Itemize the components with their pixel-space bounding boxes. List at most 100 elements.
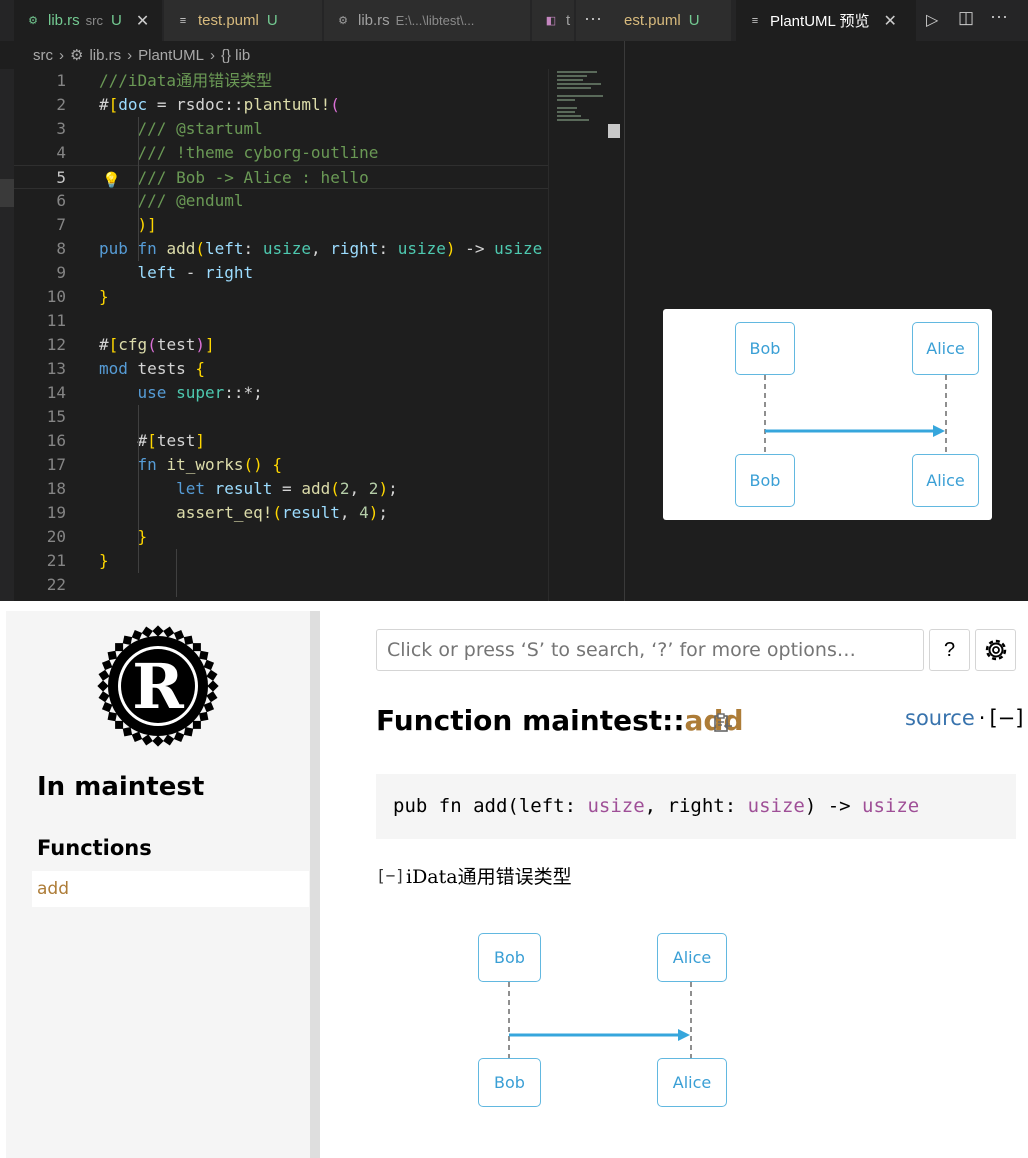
line-number: 1 [56,71,66,90]
logo-tooth [192,643,201,652]
minimap-line [557,75,587,77]
code-line[interactable]: 11 [14,309,548,333]
help-button[interactable]: ? [929,629,970,671]
code-text: let result = add(2, 2); [176,479,398,498]
logo-tooth [101,701,113,713]
sidebar-crate-heading[interactable]: In maintest [37,772,204,802]
tab-label: t [566,12,571,29]
line-number: 10 [46,287,66,306]
split-editor-icon[interactable]: ◫ [958,8,974,28]
uml-doc-diagram: Bob Alice Bob Alice [460,920,750,1120]
code-line[interactable]: 2 #[doc = rsdoc::plantuml!( [14,93,548,117]
code-text: #[test] [137,431,205,450]
code-line[interactable]: 14 use super::*; [14,381,548,405]
minimap-line [557,79,583,81]
code-text: #[cfg(test)] [99,335,215,354]
logo-tooth [98,669,110,681]
docblock-text: iData通用错误类型 [406,866,572,888]
code-text: fn it_works() { [137,455,283,474]
tab-test-puml[interactable]: ≡ test.puml U [164,0,322,41]
logo-tooth [101,659,113,671]
tab-lib-rs-other[interactable]: ⚙ lib.rs E:\...\libtest\... [324,0,530,41]
code-line[interactable]: 8 pub fn add(left: usize, right: usize) -… [14,237,548,261]
code-text: )] [137,215,157,234]
code-editor[interactable]: 1 ///iData通用错误类型 2 #[doc = rsdoc::plantuml!… [14,69,548,601]
sidebar-resizer[interactable] [310,611,320,1158]
more-tabs-icon[interactable]: ··· [584,8,602,29]
code-line[interactable]: 9 left - right [14,261,548,285]
code-line[interactable]: 21} [14,549,548,573]
minimap-line [557,95,603,97]
sig-type-link[interactable]: usize [862,795,919,817]
breadcrumb-item[interactable]: src [33,47,53,64]
breadcrumb-item[interactable]: {} lib [221,47,250,64]
code-line[interactable]: 4 /// !theme cyborg-outline [14,141,548,165]
actor-bob-bottom: Bob [478,1058,541,1107]
breadcrumb-item[interactable]: lib.rs [89,47,121,64]
logo-tooth [199,650,209,661]
minimap-line [557,115,581,117]
line-number: 4 [56,143,66,162]
logo-tooth [152,625,164,637]
tab-label: lib.rs [358,12,390,29]
logo-tooth [122,727,133,737]
tab-path: E:\...\libtest\... [395,13,475,28]
code-line[interactable]: 1 ///iData通用错误类型 [14,69,548,93]
close-icon[interactable]: ✕ [136,11,149,31]
logo-tooth [183,727,194,737]
logo-tooth [115,720,124,729]
code-line[interactable]: 18 let result = add(2, 2); [14,477,548,501]
sig-type-link[interactable]: usize [748,795,805,817]
copy-path-icon[interactable] [712,712,734,734]
scrollbar-thumb[interactable] [608,124,620,138]
rust-logo[interactable]: R [96,624,220,748]
actor-alice-top: Alice [912,322,979,375]
actor-bob-top: Bob [735,322,795,375]
chevron-right-icon: › [59,46,64,64]
logo-tooth [131,731,143,743]
line-number: 8 [56,239,66,258]
code-text: /// !theme cyborg-outline [137,143,379,162]
code-text: left - right [137,263,254,282]
sidebar-item-add[interactable]: add [32,871,309,907]
more-actions-icon[interactable]: ··· [990,6,1008,27]
tab-plantuml-preview[interactable]: ≡ PlantUML 预览 ✕ [736,0,916,41]
code-line[interactable]: 20 } [14,525,548,549]
title-prefix[interactable]: Function maintest:: [376,704,685,737]
breadcrumb-item[interactable]: PlantUML [138,47,204,64]
minimap[interactable] [548,69,624,601]
close-icon[interactable]: ✕ [883,11,896,31]
line-number: 13 [46,359,66,378]
source-link[interactable]: source [905,706,975,730]
code-text: } [137,527,148,546]
code-line[interactable]: 22 [14,573,548,597]
code-line[interactable]: 19 assert_eq!(result, 4); [14,501,548,525]
code-line[interactable]: 7 )] [14,213,548,237]
tab-lib-rs[interactable]: ⚙ lib.rs src U ✕ [14,0,162,41]
code-line[interactable]: 6 /// @enduml [14,189,548,213]
code-line[interactable]: 12 #[cfg(test)] [14,333,548,357]
tab-t[interactable]: ◧ t [532,0,574,41]
code-text: assert_eq!(result, 4); [176,503,389,522]
code-line[interactable]: 16 #[test] [14,429,548,453]
code-line[interactable]: 5 /// Bob -> Alice : hello 💡 [14,165,548,189]
code-text: /// Bob -> Alice : hello [137,168,369,187]
run-icon[interactable]: ▷ [926,10,938,30]
code-line[interactable]: 17 fn it_works() { [14,453,548,477]
actor-alice-bottom: Alice [912,454,979,507]
settings-button[interactable] [975,629,1016,671]
logo-tooth [207,680,219,692]
sidebar-section-heading[interactable]: Functions [37,836,152,860]
code-line[interactable]: 13 mod tests { [14,357,548,381]
code-line[interactable]: 15 [14,405,548,429]
code-line[interactable]: 10} [14,285,548,309]
puml-file-icon: ≡ [179,14,187,27]
collapse-all-toggle[interactable]: [−] [989,706,1023,730]
search-input[interactable] [376,629,924,671]
chevron-right-icon: › [127,46,133,64]
sig-type-link[interactable]: usize [587,795,644,817]
minimap-line [557,71,597,73]
code-line[interactable]: 3 /// @startuml [14,117,548,141]
docblock-toggle[interactable]: [−] [376,866,405,885]
tab-label: PlantUML 预览 [770,13,870,30]
